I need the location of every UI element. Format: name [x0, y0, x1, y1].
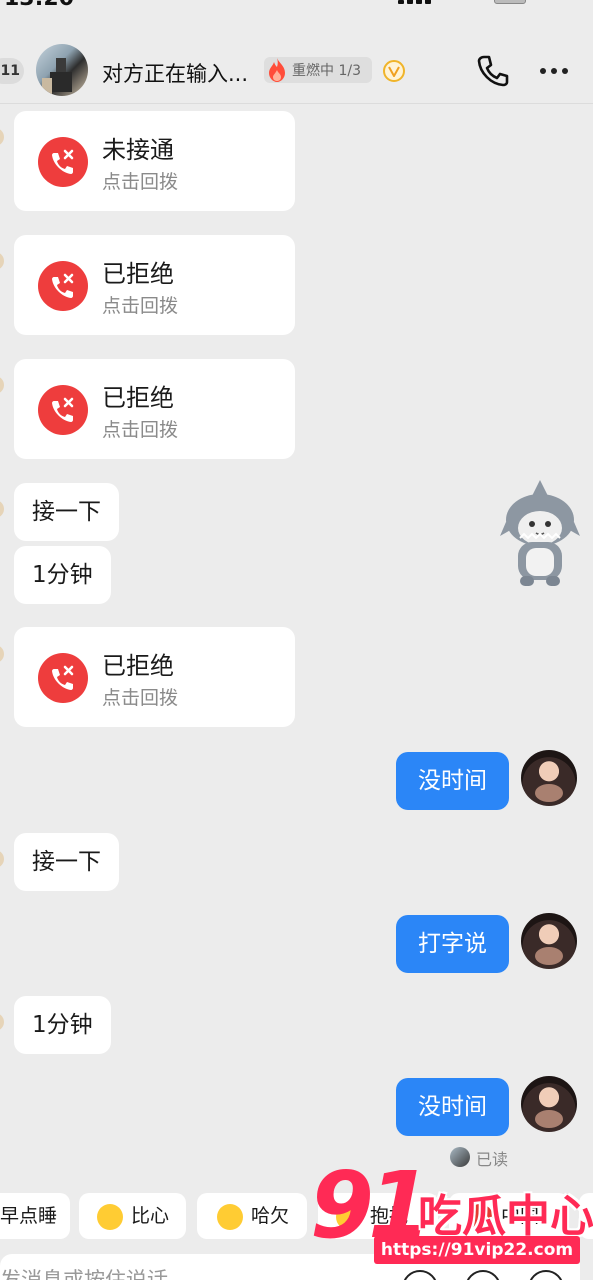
shark-cat-sticker[interactable]	[500, 478, 580, 588]
sender-avatar[interactable]	[0, 850, 4, 868]
streak-label: 重燃中 1/3	[292, 63, 361, 79]
outgoing-message[interactable]: 打字说	[396, 915, 509, 973]
call-back-hint: 点击回拨	[102, 419, 179, 441]
sender-avatar[interactable]	[0, 1013, 4, 1031]
voice-icon[interactable]	[465, 1270, 501, 1280]
call-status: 已拒绝	[102, 260, 174, 288]
typing-status[interactable]: 对方正在输入...	[102, 58, 248, 88]
call-status: 已拒绝	[102, 652, 174, 680]
status-time: 13:20	[4, 0, 74, 11]
emoji-icon[interactable]	[402, 1270, 438, 1280]
call-record-card[interactable]: 未接通 点击回拨	[14, 111, 295, 211]
flame-icon	[269, 58, 285, 82]
site-watermark: 91 吃瓜中心 https://91vip22.com	[310, 1152, 593, 1270]
rejected-call-icon	[38, 261, 88, 311]
quick-reply-label: 早点睡	[0, 1205, 58, 1227]
contact-avatar[interactable]	[36, 44, 88, 96]
input-placeholder: 发消息或按住说话	[0, 1268, 168, 1280]
rejected-call-icon	[38, 385, 88, 435]
back-unread-badge[interactable]: 11	[0, 58, 24, 84]
incoming-message[interactable]: 接一下	[14, 483, 119, 541]
signal-icon	[398, 0, 434, 4]
quick-reply-label: 哈欠	[251, 1205, 290, 1227]
watermark-brand-text: 吃瓜中心	[418, 1191, 593, 1242]
outgoing-message[interactable]: 没时间	[396, 752, 509, 810]
call-back-hint: 点击回拨	[102, 295, 179, 317]
self-avatar[interactable]	[521, 750, 577, 806]
battery-icon	[494, 0, 526, 4]
status-bar: 13:20 4G	[0, 0, 593, 12]
call-status: 未接通	[102, 136, 174, 164]
sender-avatar[interactable]	[0, 128, 4, 146]
network-type: 4G	[446, 0, 467, 4]
add-icon[interactable]	[528, 1270, 564, 1280]
yawn-emoji-icon	[217, 1204, 243, 1230]
quick-reply-label: 比心	[131, 1205, 170, 1227]
rejected-call-icon	[38, 653, 88, 703]
sender-avatar[interactable]	[0, 500, 4, 518]
phone-call-icon[interactable]	[476, 54, 510, 88]
more-options-icon[interactable]	[536, 66, 572, 76]
streak-badge[interactable]: 重燃中 1/3	[264, 57, 372, 83]
sender-avatar[interactable]	[0, 252, 4, 270]
sender-avatar[interactable]	[0, 376, 4, 394]
quick-reply-chip[interactable]: 早点睡	[0, 1193, 70, 1239]
call-status: 已拒绝	[102, 384, 174, 412]
verified-badge-icon[interactable]	[383, 60, 405, 82]
incoming-message[interactable]: 接一下	[14, 833, 119, 891]
incoming-message[interactable]: 1分钟	[14, 996, 111, 1054]
self-avatar[interactable]	[521, 1076, 577, 1132]
watermark-url: https://91vip22.com	[374, 1236, 580, 1264]
outgoing-message[interactable]: 没时间	[396, 1078, 509, 1136]
call-record-card[interactable]: 已拒绝 点击回拨	[14, 235, 295, 335]
call-record-card[interactable]: 已拒绝 点击回拨	[14, 359, 295, 459]
call-record-card[interactable]: 已拒绝 点击回拨	[14, 627, 295, 727]
missed-call-icon	[38, 137, 88, 187]
sender-avatar[interactable]	[0, 645, 4, 663]
call-back-hint: 点击回拨	[102, 171, 179, 193]
self-avatar[interactable]	[521, 913, 577, 969]
quick-reply-chip[interactable]: 哈欠	[197, 1193, 307, 1239]
heart-hands-emoji-icon	[97, 1204, 123, 1230]
call-back-hint: 点击回拨	[102, 687, 179, 709]
incoming-message[interactable]: 1分钟	[14, 546, 111, 604]
quick-reply-chip[interactable]: 比心	[79, 1193, 186, 1239]
chat-header: 11 对方正在输入... 重燃中 1/3	[0, 12, 593, 104]
